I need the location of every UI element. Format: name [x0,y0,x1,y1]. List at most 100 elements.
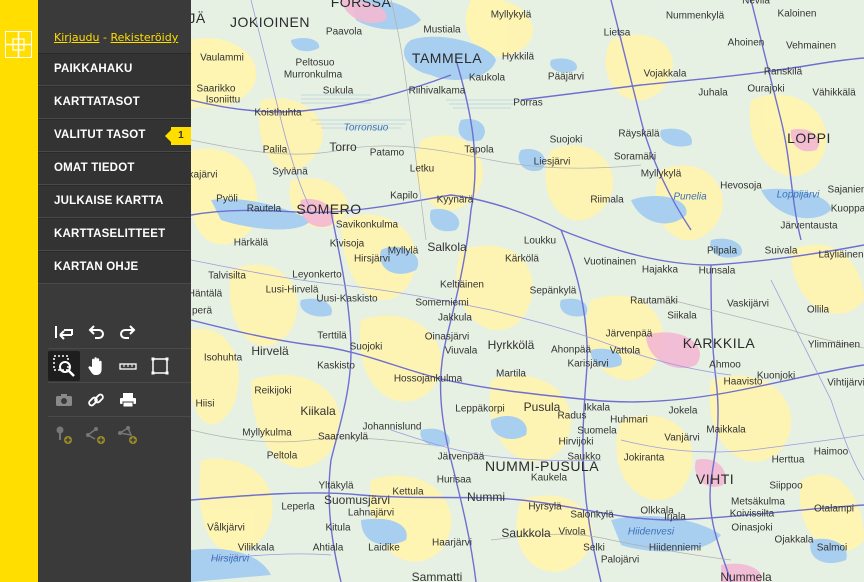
menu-item-my-data[interactable]: OMAT TIEDOT [38,152,191,185]
menu-item-map-layers[interactable]: KARTTATASOT [38,86,191,119]
place-label: perä [191,305,213,317]
place-label: Läyliäinen [818,249,864,261]
map-tools [48,350,191,383]
place-label: Vanjärvi [664,432,700,444]
place-label: Hirsijärvi [210,553,250,565]
place-label: Hunsala [698,265,736,277]
place-label: Laidike [368,542,400,554]
place-label: Haimoo [813,446,849,458]
place-label: Metsäkulma [731,496,785,508]
place-label: Kapilo [390,190,418,202]
place-label: Räyskälä [618,128,660,140]
place-label: Keltiäinen [440,279,484,291]
place-label: Saarikko [196,83,236,95]
place-label: Leppäkorpi [455,403,505,415]
place-label: Ojakkala [774,534,814,546]
output-tools [48,384,191,417]
camera-icon[interactable] [48,385,80,415]
add-line-icon[interactable] [80,420,112,450]
zoom-box-icon[interactable] [48,351,80,381]
place-label: Isohuhta [203,352,243,364]
place-label: Hiisi [195,398,215,410]
place-label: Peltosuo [295,57,335,69]
selected-layers-count-badge: 1 [165,127,191,145]
place-label: JOKIOINEN [230,14,310,30]
place-label: Siippoo [769,480,803,492]
place-label: Vaskijärvi [726,298,770,310]
login-link[interactable]: Kirjaudu [54,31,100,44]
drawing-tools [48,418,191,451]
place-label: Punelia [673,191,707,203]
undo-icon[interactable] [80,317,112,347]
place-label: Patamo [369,147,405,159]
place-label: Salonkylä [570,509,614,521]
place-label: Ranskilä [763,66,803,78]
place-label: LOPPI [787,130,831,146]
place-label: Kivisoja [329,238,365,250]
auth-links: Kirjaudu - Rekisteröidy [54,31,178,44]
measure-area-icon[interactable] [144,351,176,381]
menu-item-publish-map[interactable]: JULKAISE KARTTA [38,185,191,218]
place-label: Härkälä [233,237,269,249]
place-label: Viuvala [444,345,478,357]
place-label: Yltäkylä [318,480,354,492]
place-label: Vilikkala [237,542,275,554]
place-label: Sammatti [411,570,463,582]
place-label: Siikala [667,310,697,322]
place-label: TAMMELA [411,50,483,66]
place-label: Kettula [392,486,424,498]
map-canvas[interactable]: JÄ JOKIOINEN FORSSA Paavola Mustiala Myllykyl… [191,0,864,582]
place-label: Hyrkkölä [487,338,535,352]
place-label: Talvisilta [208,270,246,282]
place-label: Koisthuhta [254,107,302,119]
add-area-icon[interactable] [112,420,144,450]
navigation-tools [48,316,191,349]
place-label: Vattola [609,345,641,357]
menu-item-label: KARTTASELITTEET [54,228,166,240]
place-label: Nummenkylä [665,10,725,22]
reset-view-icon[interactable] [48,317,80,347]
place-label: Ikkala [583,402,611,414]
place-label: Soramäki [613,151,657,163]
menu-item-place-search[interactable]: PAIKKAHAKU [38,53,191,86]
add-point-icon[interactable] [48,420,80,450]
place-label: Hirvelä [251,344,289,358]
app-logo-icon[interactable] [5,31,32,58]
place-label: Suojoki [349,341,383,353]
place-label: Hurisaa [436,474,472,486]
place-label: Haavisto [723,376,763,388]
place-label: Loukku [523,235,557,247]
place-label: Kuoppa [830,203,864,215]
place-label: Pusula [523,400,561,414]
place-label: Myllykulma [242,427,292,439]
place-label: Torronsuo [343,122,389,134]
link-icon[interactable] [80,385,112,415]
place-label: Reikijoki [254,385,292,397]
menu-item-label: KARTTATASOT [54,96,140,108]
place-label: Vaulammi [200,52,244,64]
pan-hand-icon[interactable] [80,351,112,381]
menu-item-label: PAIKKAHAKU [54,63,133,75]
place-label: Kitula [325,522,351,534]
place-label: Somerniemi [415,297,469,309]
redo-icon[interactable] [112,317,144,347]
menu-item-selected-layers[interactable]: VALITUT TASOT 1 [38,119,191,152]
place-label: kajärvi [191,169,218,181]
place-label: Vojakkala [643,68,687,80]
menu-item-legends[interactable]: KARTTASELITTEET [38,218,191,251]
place-label: Ahonpää [550,344,592,356]
place-label: Murronkulma [283,69,343,81]
place-label: Hirsjärvi [353,253,391,265]
place-label: Järvenpää [437,451,485,463]
measure-line-icon[interactable] [112,351,144,381]
place-label: Suomusjärvi [323,493,391,507]
menu-item-map-help[interactable]: KARTAN OHJE [38,251,191,284]
print-icon[interactable] [112,385,144,415]
place-label: Jokiranta [623,452,665,464]
place-label: Järventausta [780,220,838,232]
place-label: Nevila [742,0,770,7]
register-link[interactable]: Rekisteröidy [111,31,179,44]
place-label: Selki [583,542,605,554]
place-label: Terttilä [317,330,347,342]
place-label: Radus [557,410,587,422]
